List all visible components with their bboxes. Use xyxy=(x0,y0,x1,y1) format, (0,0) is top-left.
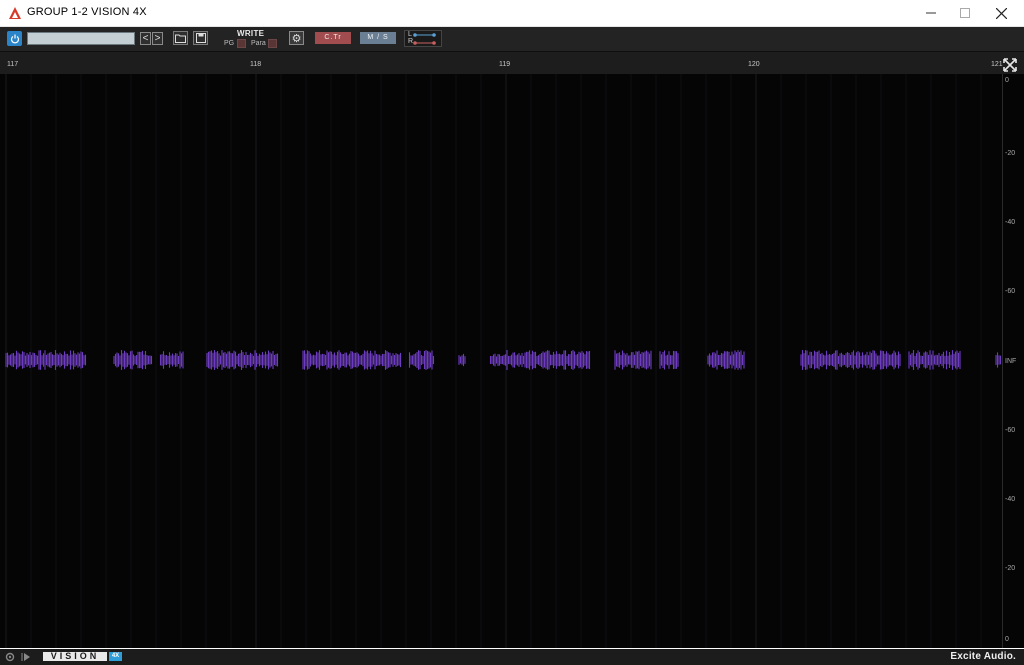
ms-button[interactable]: M / S xyxy=(360,32,396,44)
para-label: Para xyxy=(251,40,266,47)
ruler-label-120: 120 xyxy=(748,61,760,68)
folder-icon xyxy=(175,34,186,43)
close-icon xyxy=(995,7,1007,19)
scale-label: -20 xyxy=(1005,565,1016,572)
write-label: WRITE xyxy=(237,29,265,38)
save-button[interactable] xyxy=(193,31,208,45)
scale-label: -40 xyxy=(1005,219,1016,226)
bottom-bar: VISION 4X Excite Audio. xyxy=(0,649,1024,665)
para-write-toggle[interactable] xyxy=(268,39,277,48)
ruler-label-118: 118 xyxy=(250,61,262,68)
scale-label: 0 xyxy=(1005,77,1009,84)
expand-arrows-icon xyxy=(1003,58,1017,72)
scale-label: INF xyxy=(1005,358,1017,365)
version-badge: 4X xyxy=(109,652,122,661)
scale-label: -60 xyxy=(1005,288,1016,295)
gear-icon: ⚙ xyxy=(291,32,302,45)
next-preset-button[interactable]: > xyxy=(152,32,163,45)
maximize-icon xyxy=(960,8,970,18)
brand-logo: Excite Audio. xyxy=(950,651,1016,662)
settings-button[interactable]: ⚙ xyxy=(289,31,304,45)
level-scale: 0 -20 -40 -60 INF -60 -40 -20 0 xyxy=(1002,74,1024,648)
minimize-icon xyxy=(926,12,936,14)
pg-write-toggle[interactable] xyxy=(237,39,246,48)
pg-label: PG xyxy=(224,40,235,47)
toolbar: < > WRITE PG Para ⚙ C.Tr M / S L R xyxy=(0,27,1024,52)
power-icon xyxy=(10,34,19,43)
preset-name-field[interactable] xyxy=(27,32,135,45)
ruler-label-121: 121 xyxy=(991,61,1003,68)
play-icon[interactable] xyxy=(21,652,31,662)
ruler-label-117: 117 xyxy=(7,61,19,68)
ctr-button[interactable]: C.Tr xyxy=(315,32,351,44)
save-icon xyxy=(195,33,206,43)
window-title: GROUP 1-2 VISION 4X xyxy=(27,6,147,18)
scale-label: 0 xyxy=(1005,636,1009,643)
scale-label: -40 xyxy=(1005,496,1016,503)
fullscreen-button[interactable] xyxy=(1002,57,1018,73)
title-bar: GROUP 1-2 VISION 4X xyxy=(0,0,1024,27)
scale-label: -60 xyxy=(1005,427,1016,434)
scale-label: -20 xyxy=(1005,150,1016,157)
close-button[interactable] xyxy=(978,0,1024,26)
timeline-ruler[interactable]: 117 118 119 120 121 xyxy=(0,52,1024,74)
ruler-label-119: 119 xyxy=(499,61,511,68)
power-button[interactable] xyxy=(7,31,22,46)
waveform-graphic xyxy=(5,74,1002,648)
prev-preset-button[interactable]: < xyxy=(140,32,151,45)
settings-small-icon[interactable] xyxy=(5,652,15,662)
channel-routing-control[interactable]: L R xyxy=(404,30,442,47)
open-folder-button[interactable] xyxy=(173,31,188,45)
vision-logo-text: VISION xyxy=(50,651,100,661)
channel-routing-icon xyxy=(413,33,436,45)
app-logo-icon xyxy=(9,7,21,19)
waveform-display[interactable] xyxy=(0,74,1002,648)
vision-logo: VISION xyxy=(43,651,107,661)
